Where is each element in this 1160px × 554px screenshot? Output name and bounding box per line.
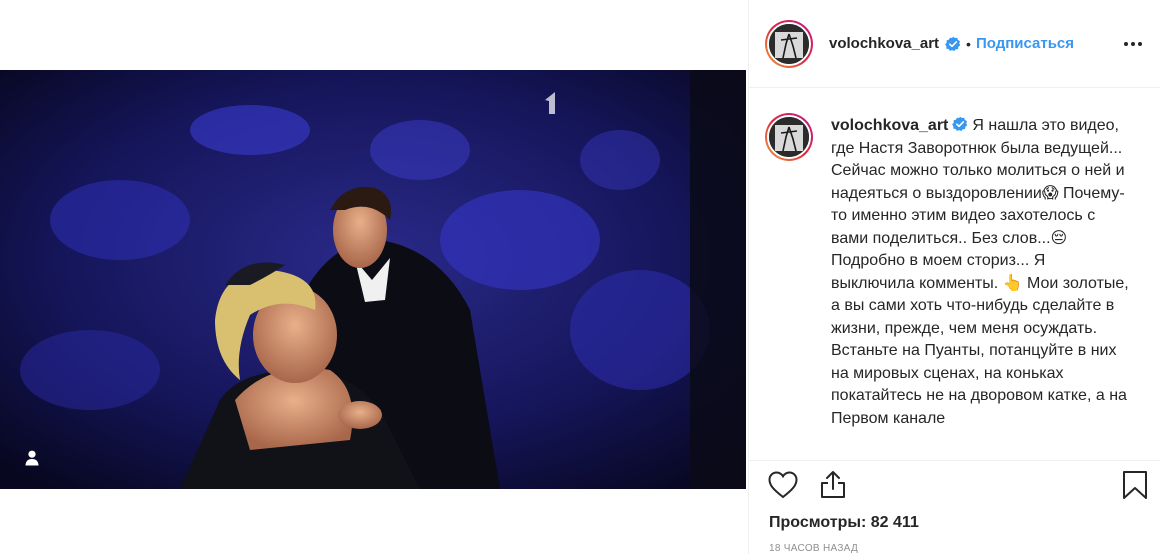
media-area [0, 0, 748, 554]
separator-dot: • [966, 35, 971, 52]
caption-body: Я нашла это видео, где Настя Заворотнюк … [831, 117, 1129, 427]
caption-avatar-image [769, 117, 809, 157]
views-count[interactable]: Просмотры: 82 411 [769, 514, 919, 532]
comments-section[interactable]: volochkova_art Я нашла это видео, где Нас… [749, 89, 1160, 459]
post-header: volochkova_art • Подписаться [749, 0, 1160, 88]
post-timestamp[interactable]: 18 часов назад [769, 543, 858, 554]
avatar[interactable] [765, 19, 813, 68]
caption-avatar[interactable] [765, 113, 813, 161]
post-panel: volochkova_art • Подписаться volochkova_… [748, 0, 1160, 554]
caption-comment: volochkova_art Я нашла это видео, где Нас… [765, 113, 1145, 430]
user-tag-icon[interactable] [20, 446, 44, 470]
share-icon[interactable] [817, 468, 849, 500]
avatar-image [769, 23, 809, 64]
more-options-icon[interactable] [1119, 30, 1147, 58]
verified-badge-icon [945, 36, 961, 52]
caption-username-link[interactable]: volochkova_art [831, 117, 948, 134]
action-bar: Просмотры: 82 411 18 часов назад [749, 460, 1160, 554]
video-player[interactable] [0, 70, 746, 489]
heart-icon[interactable] [767, 469, 799, 501]
bookmark-icon[interactable] [1119, 469, 1151, 501]
caption-verified-badge-icon [952, 116, 968, 132]
video-frame-image [0, 70, 746, 489]
caption-text: volochkova_art Я нашла это видео, где Нас… [831, 115, 1131, 430]
username-link[interactable]: volochkova_art [829, 35, 939, 52]
follow-button[interactable]: Подписаться [976, 35, 1074, 52]
